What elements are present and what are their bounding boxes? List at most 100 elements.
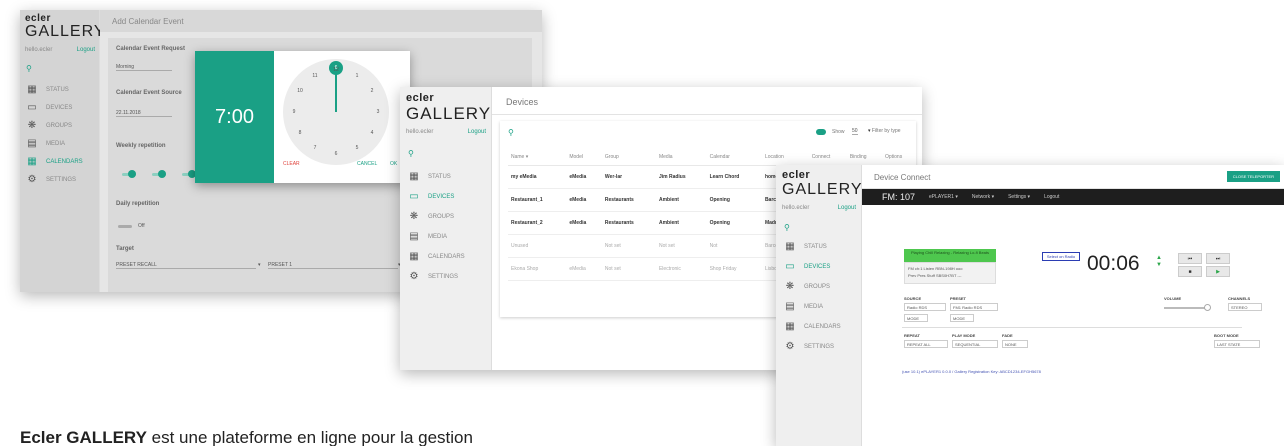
channels-select[interactable]: STEREO [1228,303,1262,311]
source-select[interactable]: Radio RDS [904,303,946,311]
now-playing-banner: Playing Chill Relaxing - Relaxing Lo-fi … [904,249,996,262]
mode-button[interactable]: MODE [904,314,928,322]
chevron-down-icon: ▾ [868,128,871,134]
clock-number[interactable]: 8 [299,130,302,136]
cancel-button[interactable]: CANCEL [357,161,377,167]
nav-settings[interactable]: ⚙ SETTINGS [784,341,835,352]
column-header[interactable]: Name ▾ [508,149,567,166]
mode-button[interactable]: MODE [950,314,974,322]
nav-status[interactable]: ▦ STATUS [784,241,827,252]
previous-icon[interactable]: ⏮ [1178,253,1202,264]
nav-groups[interactable]: ❋ GROUPS [26,120,72,131]
column-header[interactable]: Location [761,149,809,166]
nav-calendars[interactable]: ▦ CALENDARS [408,251,464,262]
nav-groups[interactable]: ❋ GROUPS [408,211,454,222]
registration-footer[interactable]: (use 10.1) ePLAYER1 0.0.0 / Gallery Regi… [902,369,1041,374]
request-field[interactable]: Morning [116,64,172,71]
repeat-select[interactable]: REPEAT ALL [904,340,948,348]
clock-number[interactable]: 10 [297,88,303,94]
logo-gallery: GALLERY [406,104,492,123]
nav-media[interactable]: ▤ MEDIA [26,138,65,149]
column-header[interactable]: Options [881,149,918,166]
playmode-select[interactable]: SEQUENTIAL [952,340,998,348]
menu-logout[interactable]: Logout [1044,194,1059,200]
sidebar: ecler GALLERY hello.ecler Logout ⚲ ▦ STAT… [400,87,492,370]
column-header[interactable]: Binding [846,149,882,166]
caption-text: Ecler GALLERY est une plateforme en lign… [20,428,473,446]
logo-gallery: GALLERY [25,23,106,40]
column-header[interactable]: Calendar [706,149,762,166]
menu-player[interactable]: ePLAYER1 ▾ [929,194,958,200]
time-picker-dialog: 7:00 6 12 1 2 3 4 5 6 7 8 9 10 11 CLEAR … [195,51,410,183]
preset-select[interactable]: FM1 Radio RDS [950,303,998,311]
menu-network[interactable]: Network ▾ [972,194,994,200]
search-icon[interactable]: ⚲ [26,64,32,73]
nav-devices[interactable]: ▭ DEVICES [784,261,830,272]
clock-number[interactable]: 12 [333,67,339,73]
stop-icon[interactable]: ■ [1178,266,1202,277]
nav-devices[interactable]: ▭ DEVICES [408,191,454,202]
filter-dropdown[interactable]: ▾ Filter by type [868,128,901,134]
nav-status[interactable]: ▦ STATUS [408,171,451,182]
gear-icon: ⚙ [409,271,419,282]
column-header[interactable]: Model [566,149,602,166]
nav-calendars[interactable]: ▦ CALENDARS [26,156,82,167]
clock-number[interactable]: 11 [312,73,317,79]
nav-devices[interactable]: ▭ DEVICES [26,102,72,113]
play-icon[interactable]: ▶ [1206,266,1230,277]
toggle-tue[interactable] [158,170,166,178]
groups-icon: ❋ [409,211,419,222]
next-icon[interactable]: ⏭ [1206,253,1230,264]
column-header[interactable]: Connect [808,149,847,166]
nav-media[interactable]: ▤ MEDIA [784,301,823,312]
select-on-radio-button[interactable]: Select on Radio [1042,252,1080,261]
search-icon[interactable]: ⚲ [508,128,514,137]
nav-groups[interactable]: ❋ GROUPS [784,281,830,292]
clock-number[interactable]: 5 [356,145,359,151]
target-type-select[interactable]: PRESET RECALL [116,262,256,269]
logout-link[interactable]: Logout [77,47,95,53]
clock-number[interactable]: 6 [335,151,338,157]
daily-toggle[interactable]: Off [138,223,145,229]
logout-link[interactable]: Logout [468,129,486,135]
show-toggle[interactable] [816,129,826,135]
clock-number[interactable]: 2 [371,88,374,94]
clock-number[interactable]: 3 [377,109,380,115]
page-title: Add Calendar Event [100,10,542,32]
bootmode-select[interactable]: LAST STATE [1214,340,1260,348]
logout-link[interactable]: Logout [838,205,856,211]
clock-number[interactable]: 7 [314,145,317,151]
nav-status[interactable]: ▦ STATUS [26,84,69,95]
clock-number[interactable]: 4 [371,130,374,136]
show-count-select[interactable]: 50 [852,128,858,135]
menu-settings[interactable]: Settings ▾ [1008,194,1030,200]
search-icon[interactable]: ⚲ [784,223,790,232]
column-header[interactable]: Media [655,149,707,166]
clock-number[interactable]: 9 [293,109,296,115]
user-row: hello.ecler Logout [406,129,486,135]
chevron-down-icon[interactable]: ▾ [258,262,261,268]
device-menu-bar: FM: 107 ePLAYER1 ▾ Network ▾ Settings ▾ … [862,189,1284,205]
ok-button[interactable]: OK [390,161,397,167]
nav-settings[interactable]: ⚙ SETTINGS [408,271,459,282]
user-row: hello.ecler Logout [25,47,95,53]
toggle-mon[interactable] [128,170,136,178]
target-preset-select[interactable]: PRESET 1 [268,262,398,269]
nav-calendars[interactable]: ▦ CALENDARS [784,321,840,332]
source-field[interactable]: 22.11.2018 [116,110,172,117]
search-icon[interactable]: ⚲ [408,149,414,158]
clock-number[interactable]: 1 [356,73,359,79]
fade-select[interactable]: NONE [1002,340,1028,348]
clock-face[interactable]: 6 12 1 2 3 4 5 6 7 8 9 10 11 [283,59,389,165]
gear-icon: ⚙ [27,174,37,185]
groups-icon: ❋ [785,281,795,292]
clear-button[interactable]: CLEAR [283,161,300,167]
close-teleporter-button[interactable]: CLOSE TELEPORTER [1226,171,1280,182]
nav-settings[interactable]: ⚙ SETTINGS [26,174,77,185]
tuner-info: FM ch:1 Listen RBN-198H ooo Prev Pres St… [904,262,996,284]
column-header[interactable]: Group [601,149,656,166]
calendar-icon: ▦ [409,251,419,262]
nav-media[interactable]: ▤ MEDIA [408,231,447,242]
volume-handle[interactable] [1204,304,1211,311]
volume-label: VOLUME [1164,296,1182,301]
